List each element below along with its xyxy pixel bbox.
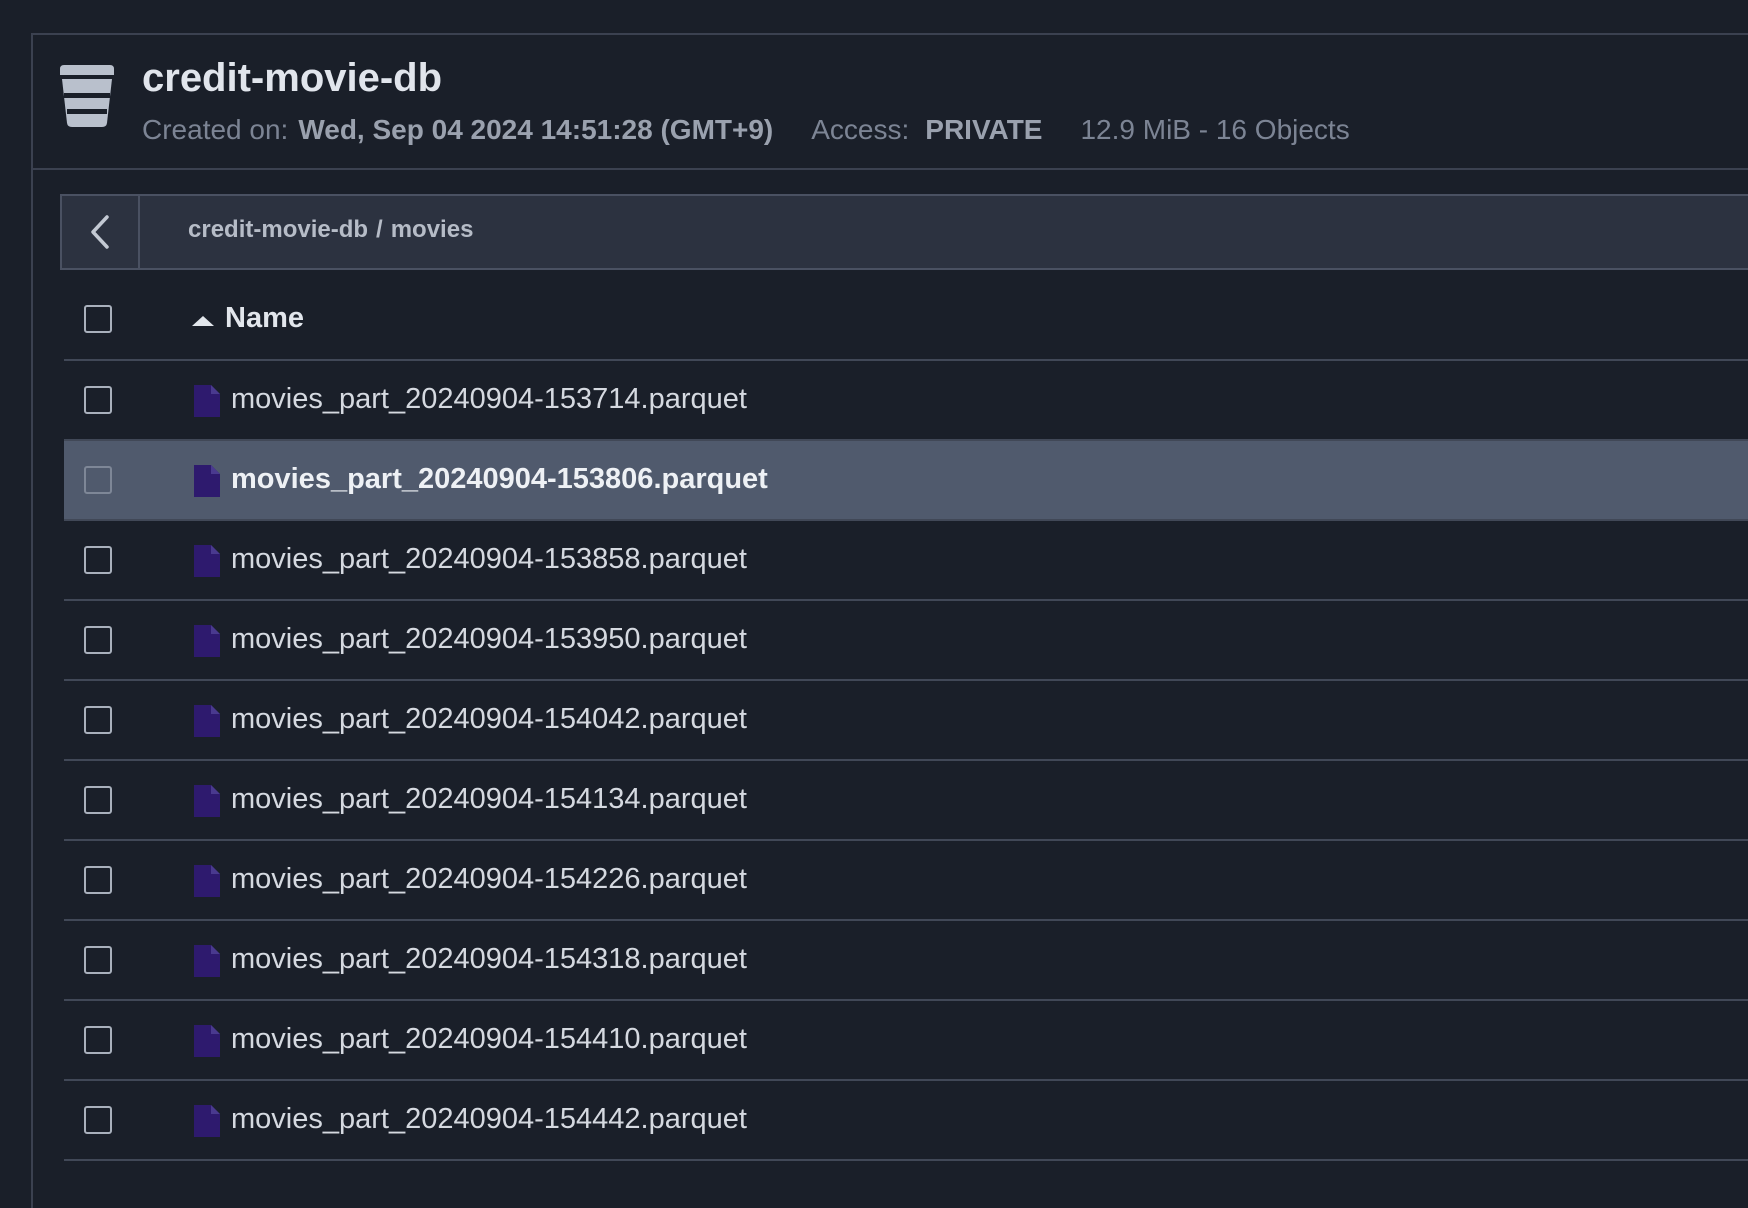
table-row[interactable]: movies_part_20240904-153806.parquet	[64, 441, 1748, 521]
file-name[interactable]: movies_part_20240904-154042.parquet	[231, 703, 747, 736]
file-name[interactable]: movies_part_20240904-154410.parquet	[231, 1023, 747, 1056]
bucket-meta: Created on: Wed, Sep 04 2024 14:51:28 (G…	[142, 114, 1350, 146]
breadcrumb-root[interactable]: credit-movie-db	[188, 216, 368, 243]
row-checkbox[interactable]	[84, 866, 112, 894]
table-row[interactable]: movies_part_20240904-153714.parquet	[64, 361, 1748, 441]
back-button[interactable]	[62, 196, 140, 268]
column-header-name[interactable]: Name	[225, 302, 304, 335]
row-checkbox[interactable]	[84, 626, 112, 654]
table-row[interactable]: movies_part_20240904-154318.parquet	[64, 921, 1748, 1001]
row-checkbox[interactable]	[84, 786, 112, 814]
sort-ascending-icon	[192, 316, 214, 326]
file-name[interactable]: movies_part_20240904-154442.parquet	[231, 1103, 747, 1136]
file-name[interactable]: movies_part_20240904-154226.parquet	[231, 863, 747, 896]
table-row[interactable]: movies_part_20240904-153858.parquet	[64, 521, 1748, 601]
file-name[interactable]: movies_part_20240904-153806.parquet	[231, 463, 768, 496]
file-icon	[194, 945, 220, 977]
table-body: movies_part_20240904-153714.parquetmovie…	[64, 361, 1748, 1161]
file-name[interactable]: movies_part_20240904-153950.parquet	[231, 623, 747, 656]
file-name[interactable]: movies_part_20240904-154134.parquet	[231, 783, 747, 816]
file-icon	[194, 625, 220, 657]
file-icon	[194, 785, 220, 817]
table-row[interactable]: movies_part_20240904-154442.parquet	[64, 1081, 1748, 1161]
file-icon	[194, 465, 220, 497]
select-all-checkbox[interactable]	[84, 305, 112, 333]
bucket-title: credit-movie-db	[142, 56, 443, 100]
created-value: Wed, Sep 04 2024 14:51:28 (GMT+9)	[298, 114, 774, 145]
row-checkbox[interactable]	[84, 1026, 112, 1054]
table-row[interactable]: movies_part_20240904-154226.parquet	[64, 841, 1748, 921]
breadcrumb-bar: credit-movie-db / movies	[60, 194, 1748, 270]
access-value: PRIVATE	[925, 114, 1043, 145]
file-icon	[194, 545, 220, 577]
file-icon	[194, 1105, 220, 1137]
chevron-left-icon	[91, 215, 109, 249]
created-label: Created on:	[142, 114, 289, 145]
size-summary: 12.9 MiB - 16 Objects	[1080, 114, 1350, 145]
row-checkbox[interactable]	[84, 946, 112, 974]
file-icon	[194, 865, 220, 897]
breadcrumb-separator: /	[376, 216, 383, 243]
row-checkbox[interactable]	[84, 706, 112, 734]
row-checkbox[interactable]	[84, 466, 112, 494]
bucket-header	[31, 33, 1748, 170]
table-row[interactable]: movies_part_20240904-153950.parquet	[64, 601, 1748, 681]
row-checkbox[interactable]	[84, 386, 112, 414]
table-row[interactable]: movies_part_20240904-154410.parquet	[64, 1001, 1748, 1081]
file-name[interactable]: movies_part_20240904-153858.parquet	[231, 543, 747, 576]
file-icon	[194, 385, 220, 417]
row-checkbox[interactable]	[84, 546, 112, 574]
breadcrumb: credit-movie-db / movies	[188, 216, 473, 244]
table-row[interactable]: movies_part_20240904-154042.parquet	[64, 681, 1748, 761]
file-icon	[194, 1025, 220, 1057]
bucket-icon	[60, 65, 114, 127]
access-label: Access:	[811, 114, 910, 145]
file-name[interactable]: movies_part_20240904-153714.parquet	[231, 383, 747, 416]
object-table: Name movies_part_20240904-153714.parquet…	[64, 280, 1748, 1161]
row-checkbox[interactable]	[84, 1106, 112, 1134]
file-name[interactable]: movies_part_20240904-154318.parquet	[231, 943, 747, 976]
table-header-row: Name	[64, 280, 1748, 361]
table-row[interactable]: movies_part_20240904-154134.parquet	[64, 761, 1748, 841]
breadcrumb-current: movies	[390, 216, 474, 243]
file-icon	[194, 705, 220, 737]
